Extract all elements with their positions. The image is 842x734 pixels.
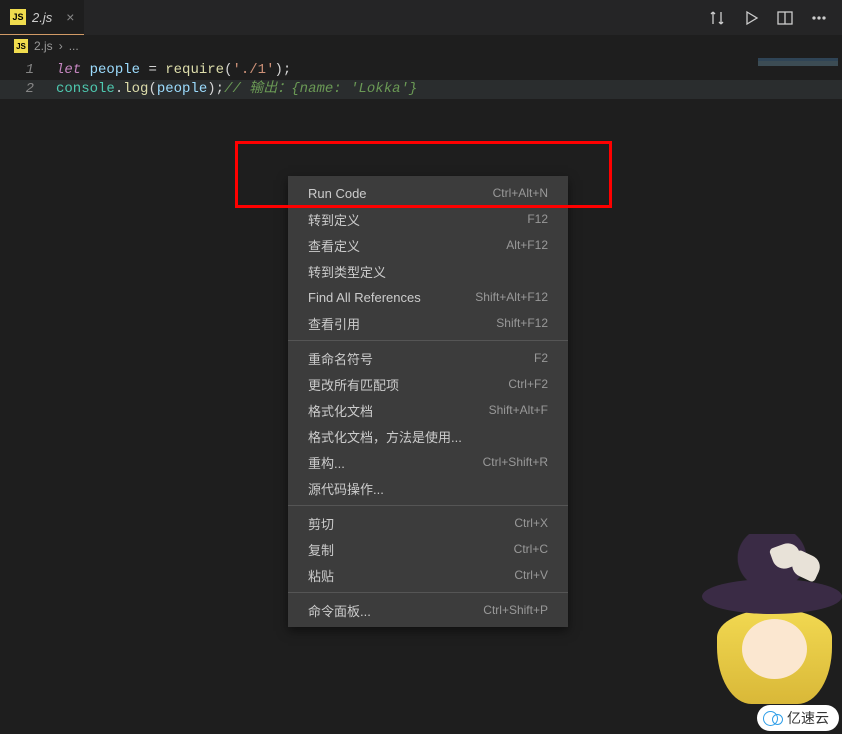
menu-item[interactable]: 转到类型定义 <box>288 258 568 284</box>
js-file-icon: JS <box>10 9 26 25</box>
menu-item-shortcut: Shift+F12 <box>496 316 548 330</box>
cloud-icon <box>763 711 783 725</box>
play-icon[interactable] <box>742 9 760 27</box>
minimap[interactable] <box>758 58 838 66</box>
menu-item[interactable]: 命令面板... Ctrl+Shift+P <box>288 597 568 623</box>
line-number: 1 <box>0 61 56 80</box>
menu-item[interactable]: 源代码操作... <box>288 475 568 501</box>
breadcrumb-file: 2.js <box>34 39 53 53</box>
menu-item-shortcut: Alt+F12 <box>506 238 548 252</box>
menu-item-shortcut: Ctrl+V <box>514 568 548 582</box>
menu-separator <box>288 592 568 593</box>
menu-item-shortcut: Shift+Alt+F <box>489 403 548 417</box>
breadcrumb-detail: ... <box>69 39 79 53</box>
menu-item[interactable]: Run Code Ctrl+Alt+N <box>288 180 568 206</box>
tabs-left: JS 2.js × <box>0 0 84 35</box>
code-line: 2 console.log(people);// 输出：{name: 'Lokk… <box>0 80 842 99</box>
code-line: 1 let people = require('./1'); <box>0 61 842 80</box>
js-file-icon: JS <box>14 39 28 53</box>
menu-item[interactable]: 粘贴 Ctrl+V <box>288 562 568 588</box>
menu-item-shortcut: Ctrl+Shift+P <box>483 603 548 617</box>
menu-item-label: 剪切 <box>308 514 334 533</box>
menu-item[interactable]: 转到定义 F12 <box>288 206 568 232</box>
menu-item-shortcut: Ctrl+Alt+N <box>493 186 548 200</box>
compare-changes-icon[interactable] <box>708 9 726 27</box>
tabs-bar: JS 2.js × <box>0 0 842 35</box>
more-icon[interactable] <box>810 9 828 27</box>
menu-item[interactable]: 格式化文档 Shift+Alt+F <box>288 397 568 423</box>
menu-item-label: 重构... <box>308 453 345 472</box>
menu-item-shortcut: F12 <box>527 212 548 226</box>
menu-item-shortcut: Ctrl+F2 <box>508 377 548 391</box>
menu-item-shortcut: Ctrl+X <box>514 516 548 530</box>
close-icon[interactable]: × <box>66 9 74 25</box>
context-menu: Run Code Ctrl+Alt+N 转到定义 F12 查看定义 Alt+F12 转到类型… <box>288 176 568 627</box>
menu-item[interactable]: 查看定义 Alt+F12 <box>288 232 568 258</box>
menu-item-label: 粘贴 <box>308 566 334 585</box>
menu-item-label: 查看定义 <box>308 236 360 255</box>
menu-item[interactable]: 重命名符号 F2 <box>288 345 568 371</box>
menu-separator <box>288 505 568 506</box>
watermark-text: 亿速云 <box>787 708 829 728</box>
menu-item-shortcut: Ctrl+C <box>514 542 548 556</box>
tab-active[interactable]: JS 2.js × <box>0 0 84 35</box>
line-content: console.log(people);// 输出：{name: 'Lokka'… <box>56 80 417 99</box>
menu-item[interactable]: 格式化文档，方法是使用... <box>288 423 568 449</box>
menu-item-label: 查看引用 <box>308 314 360 333</box>
menu-item-label: 格式化文档，方法是使用... <box>308 427 462 446</box>
decorative-character-sticker <box>702 524 842 704</box>
menu-item-label: 命令面板... <box>308 601 371 620</box>
menu-item[interactable]: 复制 Ctrl+C <box>288 536 568 562</box>
menu-item-shortcut: Shift+Alt+F12 <box>475 290 548 304</box>
tabs-right <box>708 9 842 27</box>
menu-item[interactable]: 剪切 Ctrl+X <box>288 510 568 536</box>
menu-item-label: Run Code <box>308 186 367 201</box>
tab-filename: 2.js <box>32 10 52 25</box>
menu-item[interactable]: Find All References Shift+Alt+F12 <box>288 284 568 310</box>
line-content: let people = require('./1'); <box>56 61 291 80</box>
menu-item-label: 转到定义 <box>308 210 360 229</box>
menu-separator <box>288 340 568 341</box>
menu-item[interactable]: 更改所有匹配项 Ctrl+F2 <box>288 371 568 397</box>
menu-item[interactable]: 查看引用 Shift+F12 <box>288 310 568 336</box>
menu-item-label: 复制 <box>308 540 334 559</box>
menu-item-label: 格式化文档 <box>308 401 373 420</box>
menu-item-shortcut: Ctrl+Shift+R <box>483 455 548 469</box>
breadcrumb[interactable]: JS 2.js › ... <box>0 35 842 57</box>
menu-item-label: 重命名符号 <box>308 349 373 368</box>
line-number: 2 <box>0 80 56 99</box>
split-editor-icon[interactable] <box>776 9 794 27</box>
watermark-badge: 亿速云 <box>757 705 839 731</box>
code-editor[interactable]: 1 let people = require('./1'); 2 console… <box>0 57 842 99</box>
menu-item[interactable]: 重构... Ctrl+Shift+R <box>288 449 568 475</box>
menu-item-label: 更改所有匹配项 <box>308 375 399 394</box>
menu-item-label: 源代码操作... <box>308 479 384 498</box>
breadcrumb-separator: › <box>59 39 63 53</box>
menu-item-shortcut: F2 <box>534 351 548 365</box>
menu-item-label: 转到类型定义 <box>308 262 386 281</box>
menu-item-label: Find All References <box>308 290 421 305</box>
